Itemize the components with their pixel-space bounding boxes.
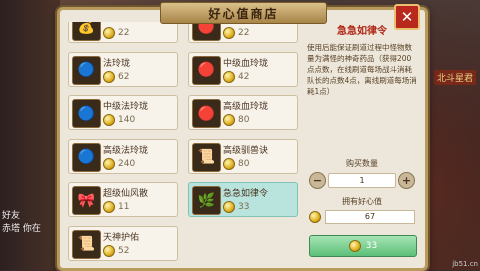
coin-icon	[309, 210, 321, 223]
coin-icon	[223, 114, 235, 126]
item-name: 中级血玲珑	[223, 58, 269, 69]
item-price-value: 240	[118, 158, 136, 169]
chat-text: 赤塔 你在	[2, 224, 41, 234]
buy-button[interactable]: 33	[309, 235, 417, 257]
item-price: 62	[103, 70, 130, 83]
item-grid[interactable]: 💰 22 🔴 22 🔵 法玲珑 62 🔴 中级血玲珑 42 🔵 中级法玲珑 140 🔴 高级血玲珑 80 🔵 高级…	[68, 22, 300, 262]
item-price: 22	[223, 27, 249, 39]
shop-item[interactable]: 🌿 急急如律令 33	[188, 182, 298, 217]
item-name: 超级仙风散	[103, 189, 149, 199]
coin-icon	[223, 157, 235, 170]
buy-price: 33	[365, 241, 378, 251]
coin-icon	[103, 70, 115, 83]
shop-item[interactable]: 🔴 22	[188, 22, 298, 43]
pink-potion-icon: 🎀	[72, 186, 101, 215]
item-price: 11	[103, 201, 129, 213]
blue-orb-icon: 🔵	[72, 142, 101, 172]
plus-button[interactable]: +	[398, 171, 415, 189]
item-price: 42	[223, 70, 250, 83]
item-price: 22	[103, 27, 129, 39]
coin-icon	[223, 27, 235, 39]
item-price-value: 52	[118, 245, 130, 256]
item-name: 中级法玲珑	[103, 102, 149, 112]
quantity-stepper[interactable]: − 1 +	[309, 171, 415, 189]
red-orb-icon: 🔴	[192, 99, 221, 128]
coin-icon	[103, 244, 115, 257]
shop-item[interactable]: 📜 高级驯兽诀 80	[188, 138, 298, 174]
coin-icon	[223, 70, 235, 83]
talisman-icon: 🌿	[192, 186, 221, 215]
item-price-value: 80	[238, 158, 250, 169]
shop-item[interactable]: 🔴 中级血玲珑 42	[188, 51, 298, 87]
red-orb-icon: 🔴	[192, 55, 221, 85]
shop-item[interactable]: 🔵 中级法玲珑 140	[68, 95, 178, 130]
coin-icon	[103, 114, 115, 126]
minus-button[interactable]: −	[309, 171, 326, 189]
item-price-value: 33	[238, 202, 250, 212]
item-price-value: 80	[238, 115, 250, 125]
item-price-value: 22	[238, 28, 250, 38]
item-price: 240	[103, 157, 136, 170]
item-price: 80	[223, 157, 250, 170]
quantity-input[interactable]: 1	[328, 172, 396, 188]
close-icon: ✕	[400, 8, 414, 26]
chat-name: 好友	[2, 211, 21, 221]
scroll-icon: 📜	[72, 229, 101, 259]
owned-points: 67	[309, 209, 415, 224]
window-title-text: 好心值商店	[208, 6, 279, 21]
detail-panel: 急急如律令 使用后能保证刷道过程中怪物数量为满怪的神奇药品（获得200点点数，在…	[307, 22, 417, 262]
npc-sign: 北斗星君	[433, 70, 476, 85]
item-price-value: 140	[118, 115, 136, 125]
shop-item[interactable]: 💰 22	[68, 22, 178, 43]
watermark: jb51.cn	[452, 260, 478, 268]
item-price: 33	[223, 201, 249, 213]
item-price: 80	[223, 114, 249, 126]
chat-preview: 好友 赤塔 你在	[2, 208, 41, 234]
blue-orb-icon: 🔵	[72, 55, 101, 85]
window-title: 好心值商店	[160, 2, 327, 24]
owned-value: 67	[325, 209, 415, 224]
shop-item[interactable]: 🔴 高级血玲珑 80	[188, 95, 298, 130]
blue-orb-icon: 🔵	[72, 99, 101, 128]
detail-description: 使用后能保证刷道过程中怪物数量为满怪的神奇药品（获得200点点数，在线刷道每场战…	[307, 43, 417, 96]
item-name: 高级血玲珑	[223, 102, 269, 112]
scroll-icon: 📜	[192, 142, 221, 172]
item-name: 法玲珑	[103, 58, 131, 69]
close-button[interactable]: ✕	[394, 4, 420, 30]
quantity-label: 购买数量	[346, 159, 378, 168]
coin-icon	[348, 240, 361, 252]
item-name: 高级法玲珑	[103, 145, 149, 156]
coin-icon	[103, 201, 115, 213]
coin-icon	[223, 201, 235, 213]
shop-item[interactable]: 📜 天神护佑 52	[68, 225, 178, 261]
item-name: 高级驯兽诀	[223, 145, 269, 156]
item-price: 140	[103, 114, 135, 126]
coin-icon	[103, 27, 115, 39]
coin-pouch-icon: 💰	[72, 22, 101, 41]
item-price: 52	[103, 244, 130, 257]
item-price-value: 11	[118, 202, 130, 212]
item-name: 天神护佑	[103, 232, 140, 243]
red-orb-icon: 🔴	[192, 22, 221, 41]
owned-label: 拥有好心值	[342, 197, 382, 206]
shop-window: 💰 22 🔴 22 🔵 法玲珑 62 🔴 中级血玲珑 42 🔵 中级法玲珑 140 🔴 高级血玲珑 80 🔵 高级…	[57, 7, 428, 271]
item-price-value: 22	[118, 28, 130, 38]
coin-icon	[103, 157, 115, 170]
item-name: 急急如律令	[223, 189, 269, 199]
shop-item[interactable]: 🎀 超级仙风散 11	[68, 182, 178, 217]
item-price-value: 62	[118, 71, 130, 82]
item-price-value: 42	[238, 71, 250, 82]
shop-item[interactable]: 🔵 法玲珑 62	[68, 51, 178, 87]
shop-item[interactable]: 🔵 高级法玲珑 240	[68, 138, 178, 174]
